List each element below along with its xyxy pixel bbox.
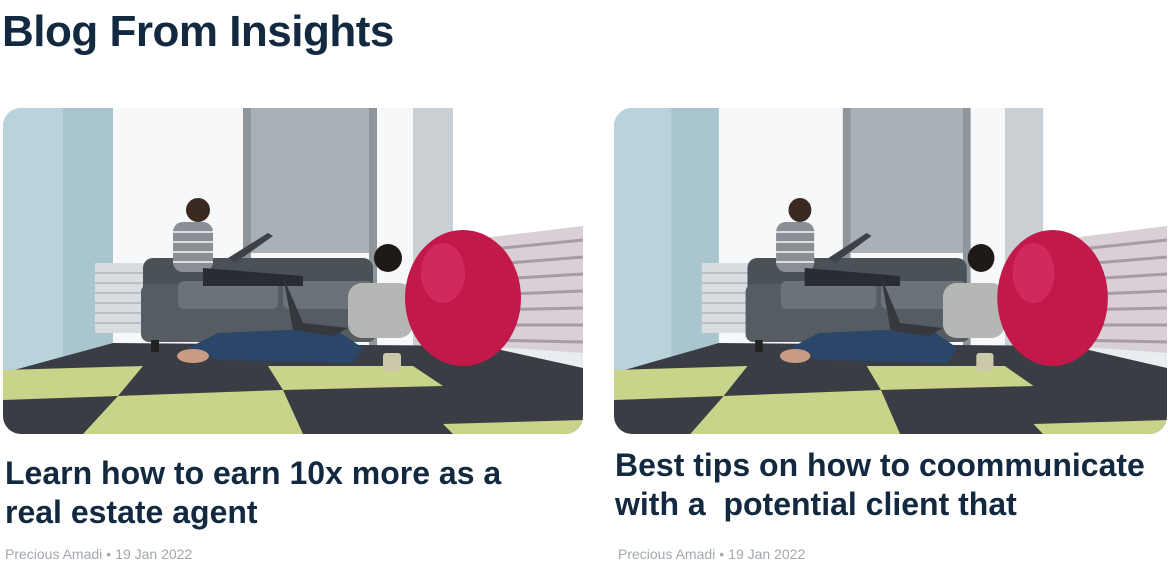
office-photo bbox=[3, 108, 583, 434]
office-photo bbox=[614, 108, 1167, 434]
post-date: 19 Jan 2022 bbox=[115, 546, 193, 562]
section-title: Blog From Insights bbox=[2, 7, 394, 56]
blog-card-title[interactable]: Learn how to earn 10x more as a real est… bbox=[5, 454, 565, 532]
blog-card-meta: Precious Amadi • 19 Jan 2022 bbox=[5, 545, 192, 563]
meta-separator: • bbox=[106, 546, 112, 562]
blog-card-title[interactable]: Best tips on how to coommunicate with a … bbox=[615, 446, 1167, 524]
blog-card[interactable]: Learn how to earn 10x more as a real est… bbox=[3, 108, 583, 562]
author-name: Precious Amadi bbox=[5, 546, 103, 562]
post-date: 19 Jan 2022 bbox=[728, 546, 806, 562]
blog-card-meta: Precious Amadi • 19 Jan 2022 bbox=[618, 545, 805, 563]
meta-separator: • bbox=[719, 546, 725, 562]
author-name: Precious Amadi bbox=[618, 546, 716, 562]
blog-card-image[interactable] bbox=[3, 108, 583, 434]
blog-card[interactable]: Best tips on how to coommunicate with a … bbox=[614, 108, 1167, 562]
blog-card-image[interactable] bbox=[614, 108, 1167, 434]
